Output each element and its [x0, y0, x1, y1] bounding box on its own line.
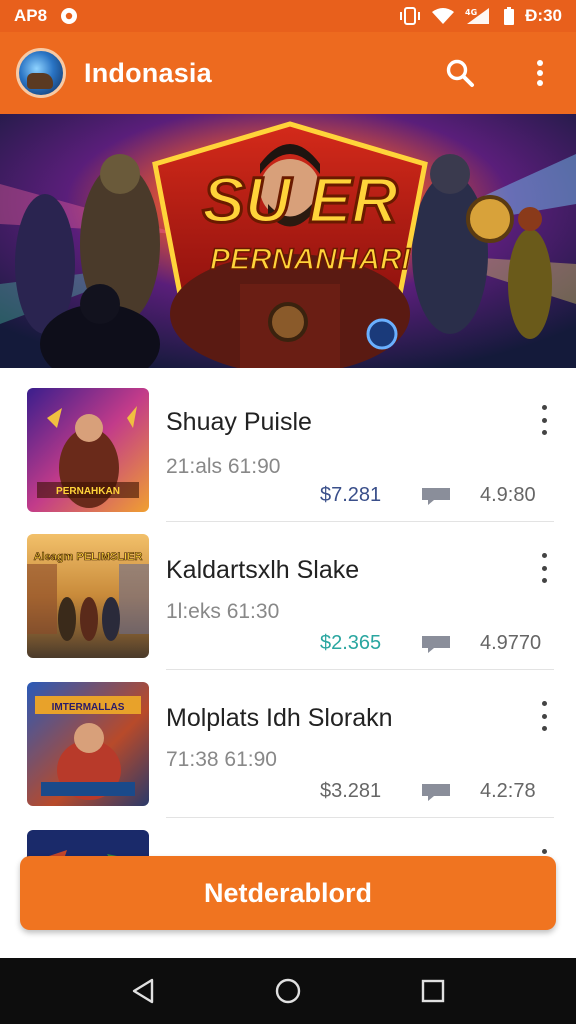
- more-vert-icon: [541, 701, 547, 706]
- game-price: $3.281: [320, 780, 382, 802]
- app-logo[interactable]: [16, 48, 66, 98]
- app-bar: Indonasia: [0, 32, 576, 114]
- svg-text:4G: 4G: [465, 8, 477, 17]
- home-icon: [275, 978, 301, 1004]
- primary-action-button[interactable]: Netderablord: [20, 856, 556, 930]
- game-price: $7.281: [320, 484, 382, 506]
- game-title: Molplats Idh Slorakn: [166, 704, 393, 732]
- comment-icon: [422, 488, 450, 505]
- list-item[interactable]: IMTERMALLAS Molplats Idh Slorakn 71:38 6…: [0, 664, 576, 818]
- featured-banner[interactable]: SU ER PERNANHARI: [0, 114, 576, 368]
- signal-icon: 4G: [465, 6, 493, 26]
- list-item[interactable]: PERNAHKAN Shuay Puisle 21:als 61:90 $7.2…: [0, 368, 576, 522]
- comment-icon: [422, 784, 450, 801]
- status-bar: AP8 4G Ð:30: [0, 0, 576, 32]
- status-left-text: AP8: [14, 6, 48, 25]
- app-title: Indonasia: [84, 57, 212, 88]
- back-button[interactable]: [121, 969, 165, 1013]
- game-thumbnail: PERNAHKAN: [27, 388, 149, 512]
- comment-icon: [422, 636, 450, 653]
- item-more-button[interactable]: [532, 553, 556, 583]
- list-item[interactable]: [0, 812, 576, 858]
- system-nav-bar: [0, 958, 576, 1024]
- back-icon: [132, 978, 153, 1004]
- screen: AP8 4G Ð:30 Indonasia SU ER PERNANHARI P…: [0, 0, 576, 1024]
- more-vert-icon: [541, 405, 547, 410]
- more-vert-icon: [537, 60, 543, 86]
- game-thumbnail: IMTERMALLAS: [27, 682, 149, 806]
- svg-text:Aleagm PELIMSLIER: Aleagm PELIMSLIER: [34, 551, 143, 563]
- recents-button[interactable]: [411, 969, 455, 1013]
- search-button[interactable]: [440, 53, 480, 93]
- item-more-button[interactable]: [532, 405, 556, 435]
- game-thumbnail: Aleagm PELIMSLIER: [27, 534, 149, 658]
- item-more-button[interactable]: [532, 701, 556, 731]
- svg-text:IMTERMALLAS: IMTERMALLAS: [52, 702, 125, 713]
- game-list: PERNAHKAN Shuay Puisle 21:als 61:90 $7.2…: [0, 368, 576, 858]
- notification-icon: [59, 6, 79, 26]
- banner-subtitle: PERNANHARI: [210, 243, 411, 276]
- more-vert-icon: [541, 553, 547, 558]
- banner-title: SU ER: [202, 164, 398, 236]
- game-price: $2.365: [320, 632, 382, 654]
- list-item[interactable]: Aleagm PELIMSLIER Kaldartsxlh Slake 1l:e…: [0, 516, 576, 670]
- more-vert-icon: [541, 849, 547, 854]
- status-time: Ð:30: [525, 6, 562, 25]
- recents-icon: [422, 979, 445, 1003]
- game-meta: 1l:eks 61:30: [166, 600, 280, 623]
- vibrate-icon: [399, 6, 421, 26]
- game-stat: 4.9770: [480, 632, 542, 654]
- wifi-icon: [431, 6, 455, 26]
- game-thumbnail: [27, 830, 149, 858]
- game-meta: 71:38 61:90: [166, 748, 277, 771]
- svg-text:PERNAHKAN: PERNAHKAN: [56, 486, 120, 497]
- battery-icon: [503, 6, 515, 26]
- game-stat: 4.2:78: [480, 780, 536, 802]
- game-stat: 4.9:80: [480, 484, 536, 506]
- game-meta: 21:als 61:90: [166, 455, 281, 478]
- search-icon: [446, 59, 474, 87]
- more-options-button[interactable]: [520, 53, 560, 93]
- banner-artwork: SU ER PERNANHARI: [0, 114, 576, 368]
- home-button[interactable]: [266, 969, 310, 1013]
- game-title: Kaldartsxlh Slake: [166, 556, 360, 584]
- game-title: Shuay Puisle: [166, 408, 312, 436]
